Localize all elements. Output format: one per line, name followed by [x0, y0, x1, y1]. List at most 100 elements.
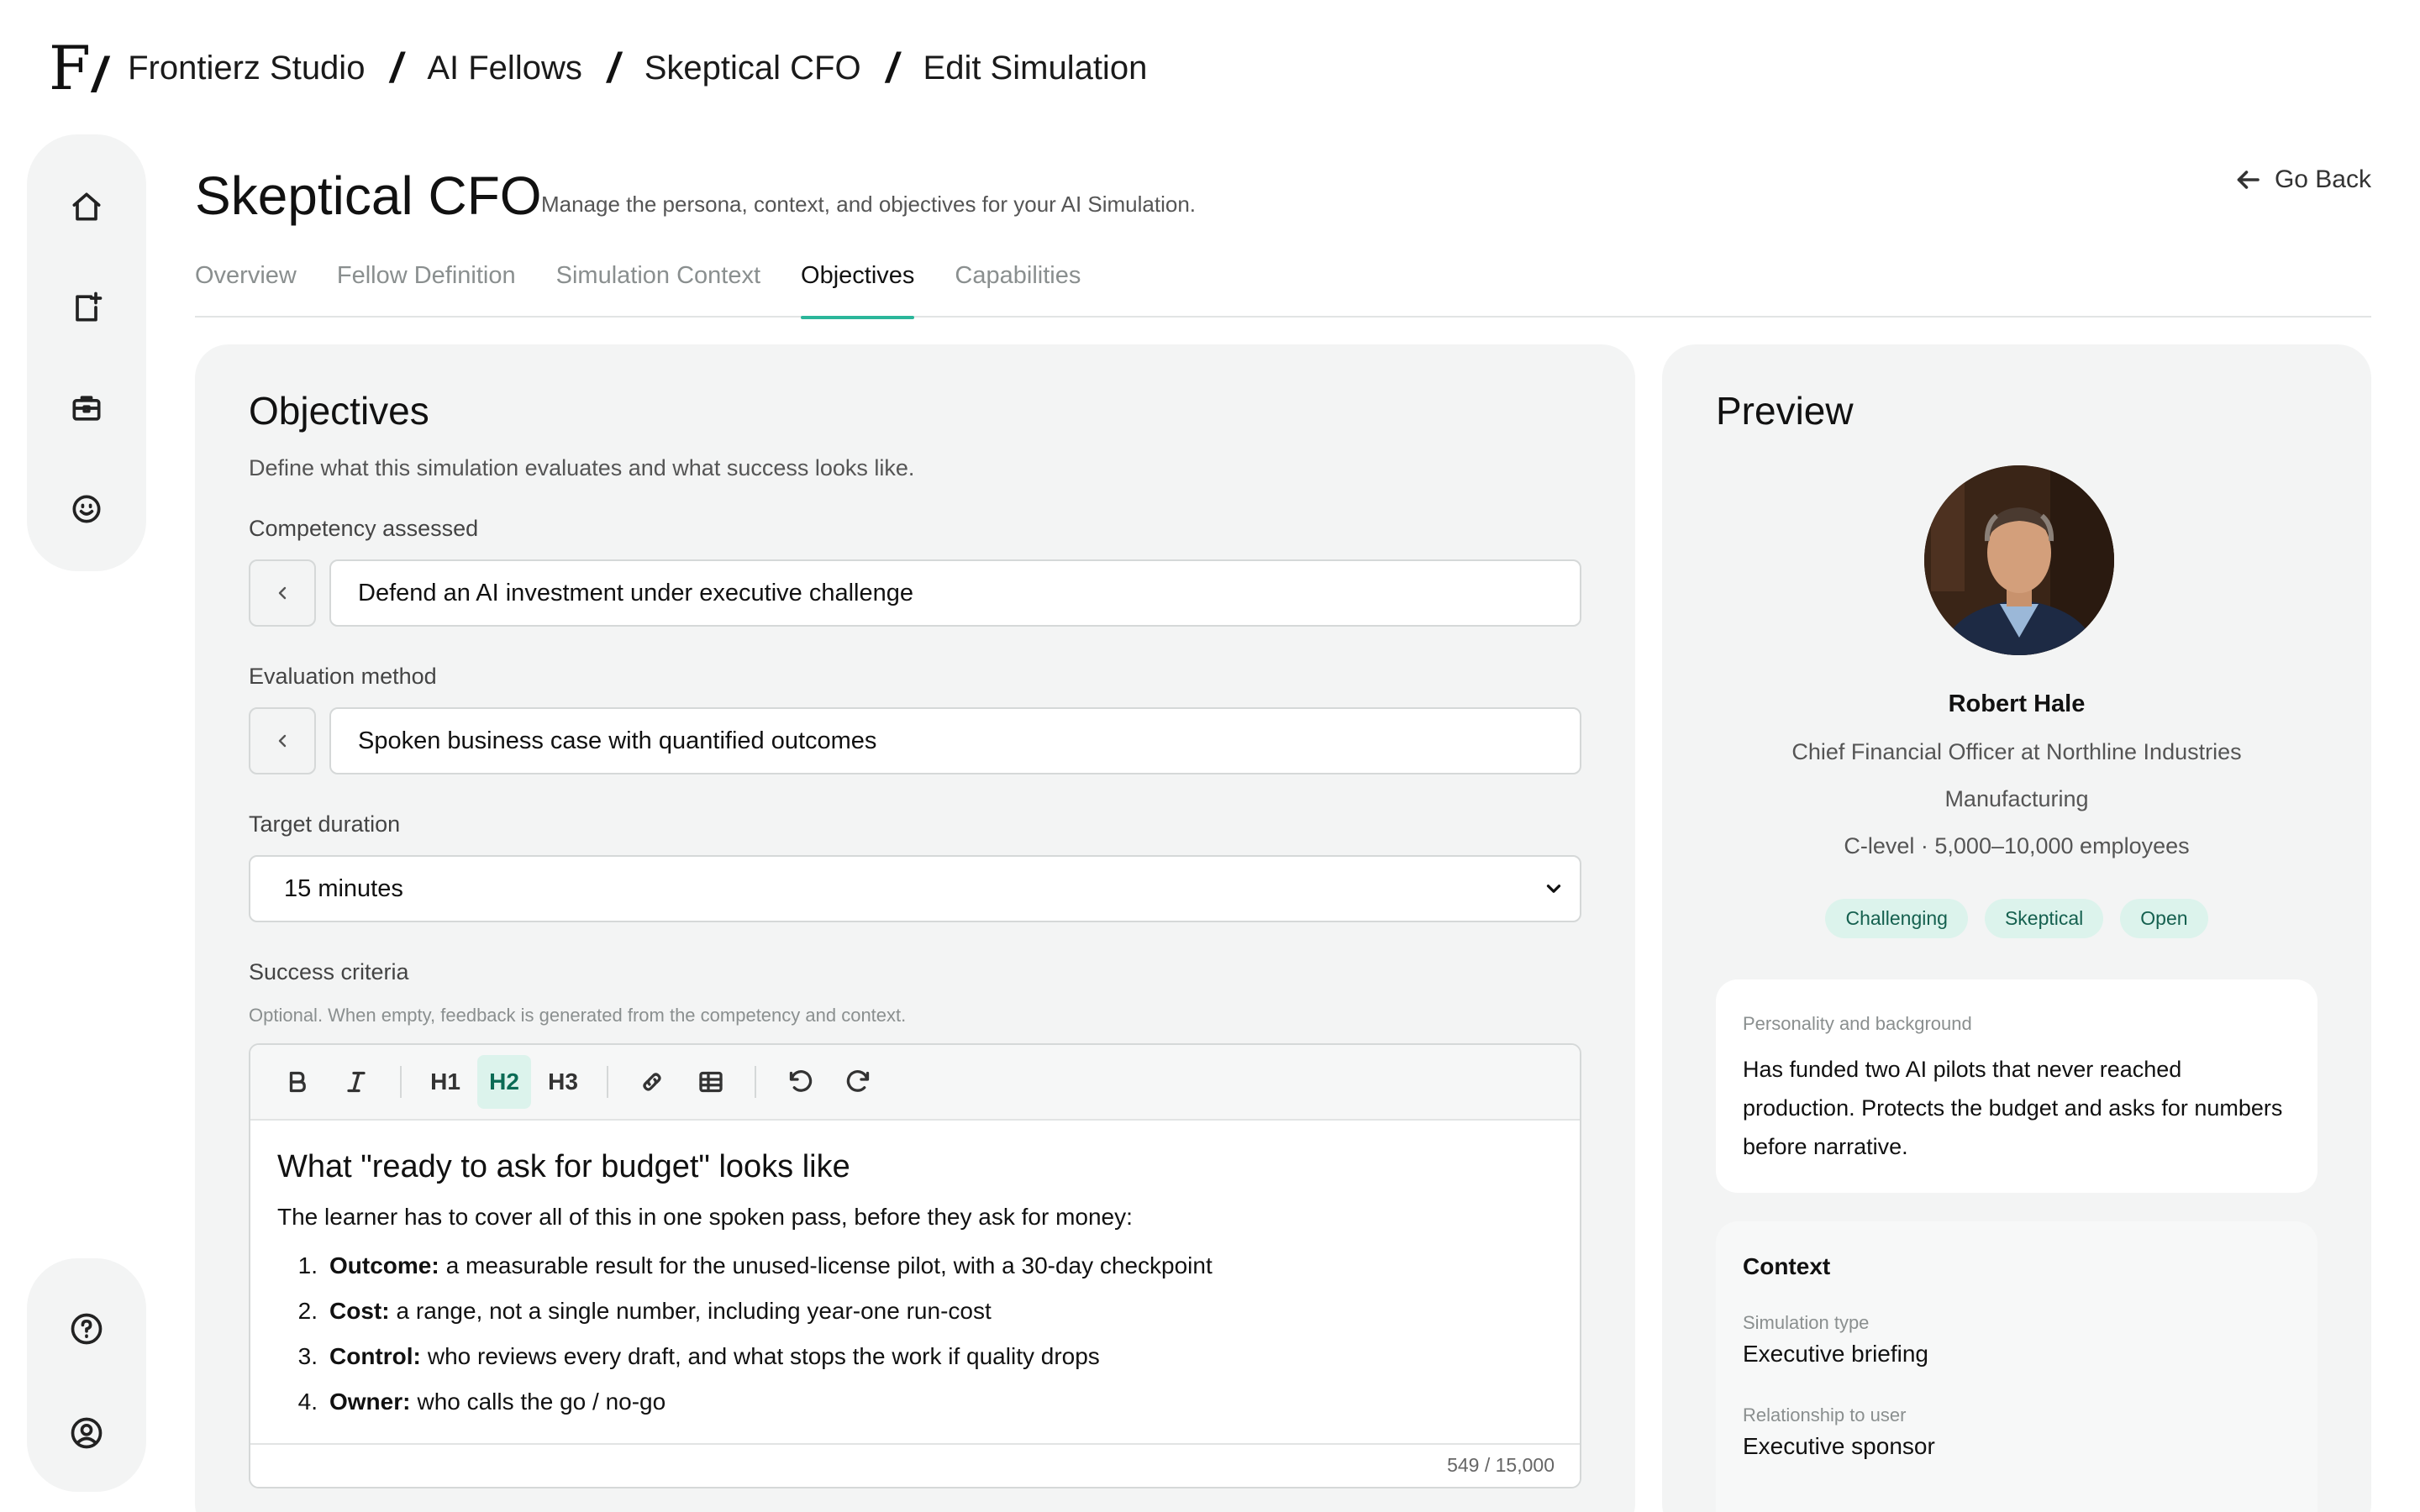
- competency-label: Competency assessed: [249, 516, 479, 541]
- context-value: Executive briefing: [1743, 1341, 1929, 1367]
- heading3-button[interactable]: H3: [536, 1055, 590, 1109]
- preview-card: Preview Robert Hale Chief Financial Offi…: [1662, 344, 2371, 1512]
- avatar: [1924, 465, 2114, 655]
- persona-industry: Manufacturing: [1944, 786, 2089, 811]
- list-item: 2. Cost: a range, not a single number, inc…: [297, 1298, 992, 1324]
- rail-account-button[interactable]: [56, 1403, 117, 1463]
- table-button[interactable]: [684, 1055, 738, 1109]
- persona-name: Robert Hale: [1948, 690, 2086, 717]
- criteria-label: Success criteria: [249, 959, 409, 984]
- new-simulation-icon: [76, 291, 103, 322]
- arrow-left-icon: [2237, 171, 2260, 189]
- breadcrumb-item-current: Edit Simulation: [923, 49, 1148, 87]
- undo-icon: [789, 1070, 813, 1092]
- redo-button[interactable]: [832, 1055, 886, 1109]
- toolbar-divider: [755, 1066, 756, 1098]
- editor-paragraph: The learner has to cover all of this in …: [277, 1204, 1133, 1230]
- tab-fellow-definition[interactable]: Fellow Definition: [337, 252, 516, 318]
- help-icon: [71, 1313, 103, 1345]
- tag-badge: Challenging: [1825, 899, 1968, 938]
- editor-heading: What "ready to ask for budget" looks lik…: [277, 1149, 850, 1184]
- rail-help-button[interactable]: [56, 1299, 117, 1359]
- tab-overview[interactable]: Overview: [195, 252, 297, 318]
- heading1-button[interactable]: H1: [418, 1055, 472, 1109]
- persona-role: Chief Financial Officer at Northline Ind…: [1791, 739, 2242, 764]
- brand-logo[interactable]: F /: [49, 33, 106, 103]
- background-text: Has funded two AI pilots that never reac…: [1743, 1057, 2283, 1159]
- duration-select[interactable]: 15 minutes: [249, 855, 1581, 922]
- objectives-card: Objectives Define what this simulation e…: [195, 344, 1635, 1512]
- tab-objectives[interactable]: Objectives: [801, 252, 915, 319]
- evaluation-input[interactable]: [329, 707, 1581, 774]
- editor-list: 1. Outcome: a measurable result for the un…: [277, 1252, 1553, 1434]
- tab-capabilities[interactable]: Capabilities: [955, 252, 1081, 318]
- rail-new-simulation-button[interactable]: [56, 277, 117, 338]
- go-back-label: Go Back: [2274, 165, 2371, 193]
- bold-icon: [289, 1071, 306, 1093]
- editor-content[interactable]: What "ready to ask for budget" looks lik…: [250, 1121, 1580, 1438]
- toolbar-divider: [400, 1066, 402, 1098]
- duration-label: Target duration: [249, 811, 401, 837]
- rail-home-button[interactable]: [56, 176, 117, 237]
- background-label: Personality and background: [1743, 1013, 1972, 1034]
- objectives-title: Objectives: [249, 389, 429, 433]
- competency-collapse-button[interactable]: [249, 559, 316, 627]
- breadcrumb-item-studio[interactable]: Frontierz Studio: [128, 50, 365, 87]
- rail-persona-button[interactable]: [56, 479, 117, 539]
- italic-icon: [347, 1071, 366, 1093]
- evaluation-collapse-button[interactable]: [249, 707, 316, 774]
- character-counter: 549 / 15,000: [250, 1443, 1580, 1487]
- breadcrumb: F / Frontierz Studio / AI Fellows / Skept…: [49, 30, 1147, 106]
- go-back-button[interactable]: Go Back: [2233, 165, 2371, 195]
- chevron-down-icon: [1546, 885, 1561, 893]
- list-item: 1. Outcome: a measurable result for the un…: [297, 1252, 1213, 1278]
- redo-icon: [846, 1070, 870, 1092]
- competency-input[interactable]: [329, 559, 1581, 627]
- link-button[interactable]: [625, 1055, 679, 1109]
- briefcase-icon: [72, 396, 101, 421]
- criteria-hint: Optional. When empty, feedback is genera…: [249, 1005, 907, 1026]
- bold-button[interactable]: [271, 1055, 324, 1109]
- persona-background-card: Personality and background Has funded tw…: [1716, 979, 2317, 1193]
- breadcrumb-separator: /: [607, 45, 619, 92]
- breadcrumb-separator: /: [390, 45, 402, 92]
- italic-button[interactable]: [329, 1055, 383, 1109]
- section-tabs: Overview Fellow Definition Simulation Co…: [195, 252, 2371, 319]
- chevron-left-icon: [278, 586, 287, 600]
- context-label: Simulation type: [1743, 1312, 1870, 1333]
- context-value: Executive sponsor: [1743, 1433, 1935, 1459]
- context-card: Context Simulation type Executive briefi…: [1716, 1221, 2317, 1512]
- table-icon: [699, 1071, 723, 1093]
- breadcrumb-item-fellow[interactable]: Skeptical CFO: [644, 50, 861, 87]
- rail-fellows-button[interactable]: [56, 378, 117, 438]
- breadcrumb-item-fellows[interactable]: AI Fellows: [427, 50, 582, 87]
- editor-toolbar: H1 H2 H3: [250, 1045, 1580, 1121]
- breadcrumb-separator: /: [886, 45, 898, 92]
- account-icon: [71, 1417, 103, 1449]
- tag-badge: Skeptical: [1984, 899, 2104, 938]
- side-rail-main: [27, 134, 146, 571]
- chevron-left-icon: [278, 734, 287, 748]
- smile-icon: [72, 495, 101, 523]
- link-icon: [643, 1073, 661, 1091]
- persona-tags: Challenging Skeptical Open: [1662, 899, 2371, 938]
- context-title: Context: [1743, 1253, 1831, 1279]
- evaluation-label: Evaluation method: [249, 664, 437, 689]
- side-rail-secondary: [27, 1258, 146, 1492]
- criteria-editor: H1 H2 H3 What "ready to ask for budget" …: [249, 1043, 1581, 1488]
- list-item: 3. Control: who reviews every draft, and w…: [297, 1343, 1100, 1369]
- tag-badge: Open: [2120, 899, 2208, 938]
- list-item: 4. Owner: who calls the go / no-go: [297, 1389, 666, 1415]
- portrait-image: [1924, 465, 2114, 655]
- preview-title: Preview: [1716, 389, 1854, 433]
- undo-button[interactable]: [773, 1055, 827, 1109]
- persona-level: C-level · 5,000–10,000 employees: [1844, 833, 2190, 858]
- heading2-button[interactable]: H2: [477, 1055, 531, 1109]
- home-icon: [72, 192, 101, 221]
- page-title: Skeptical CFO: [195, 165, 542, 226]
- context-label: Relationship to user: [1743, 1404, 1907, 1425]
- page-subtitle: Manage the persona, context, and objecti…: [541, 192, 1197, 217]
- toolbar-divider: [607, 1066, 608, 1098]
- tab-simulation-context[interactable]: Simulation Context: [556, 252, 760, 318]
- objectives-subtitle: Define what this simulation evaluates an…: [249, 455, 915, 480]
